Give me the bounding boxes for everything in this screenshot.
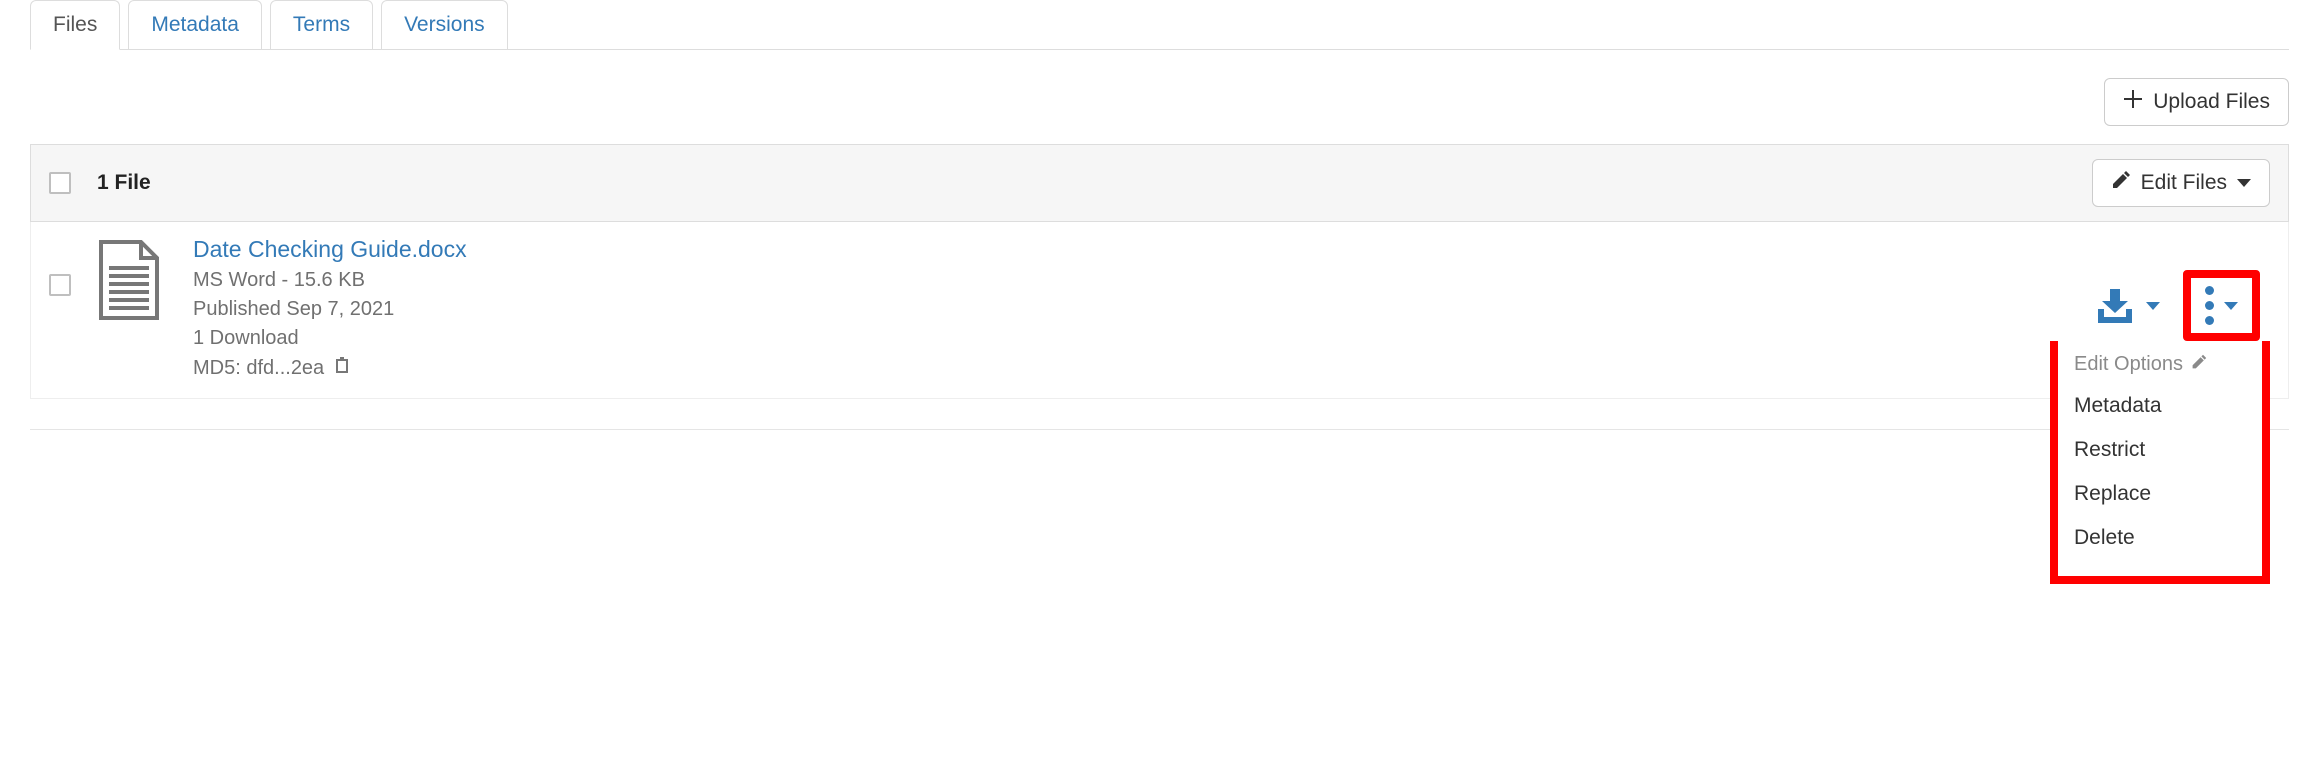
file-md5-row: MD5: dfd...2ea (193, 356, 467, 380)
divider (30, 429, 2289, 430)
file-published: Published Sep 7, 2021 (193, 298, 467, 321)
file-name-link[interactable]: Date Checking Guide.docx (193, 236, 467, 262)
pencil-icon (2191, 353, 2207, 376)
file-actions: Edit Options Metadata Restrict Replace D… (2077, 236, 2270, 341)
edit-files-label: Edit Files (2141, 171, 2227, 195)
tabs-bar: Files Metadata Terms Versions (30, 0, 2289, 50)
file-md5: MD5: dfd...2ea (193, 357, 324, 380)
file-edit-dropdown: Edit Options Metadata Restrict Replace D… (2050, 341, 2270, 584)
file-row: Date Checking Guide.docx MS Word - 15.6 … (30, 222, 2289, 399)
dropdown-item-delete[interactable]: Delete (2074, 516, 2246, 560)
tab-label: Metadata (151, 13, 239, 36)
file-kebab-button[interactable] (2183, 270, 2260, 341)
file-info: Date Checking Guide.docx MS Word - 15.6 … (193, 236, 467, 380)
download-button[interactable] (2077, 276, 2177, 336)
edit-files-button[interactable]: Edit Files (2092, 159, 2270, 207)
tab-terms[interactable]: Terms (270, 0, 373, 50)
upload-files-label: Upload Files (2153, 90, 2270, 114)
file-type-size: MS Word - 15.6 KB (193, 269, 467, 292)
files-count-label: 1 File (97, 171, 151, 195)
dropdown-item-metadata[interactable]: Metadata (2074, 384, 2246, 428)
page: Files Metadata Terms Versions Upload Fil… (0, 0, 2319, 470)
upload-files-button[interactable]: Upload Files (2104, 78, 2289, 126)
tab-metadata[interactable]: Metadata (128, 0, 262, 50)
download-icon (2094, 287, 2136, 325)
file-checkbox-cell (49, 236, 71, 296)
file-select-checkbox[interactable] (49, 274, 71, 296)
caret-down-icon (2146, 302, 2160, 310)
select-all-checkbox[interactable] (49, 172, 71, 194)
dropdown-item-replace[interactable]: Replace (2074, 472, 2246, 516)
plus-icon (2123, 89, 2143, 115)
kebab-icon (2205, 286, 2214, 325)
pencil-icon (2111, 170, 2131, 196)
upload-row: Upload Files (30, 50, 2289, 144)
tab-versions[interactable]: Versions (381, 0, 508, 50)
clipboard-icon[interactable] (334, 356, 352, 380)
tab-label: Files (53, 13, 97, 36)
files-header-left: 1 File (49, 171, 151, 195)
dropdown-header: Edit Options (2074, 353, 2246, 384)
files-header: 1 File Edit Files (30, 144, 2289, 222)
tab-label: Terms (293, 13, 350, 36)
tab-files[interactable]: Files (30, 0, 120, 50)
caret-down-icon (2224, 302, 2238, 310)
file-name: Date Checking Guide.docx (193, 236, 467, 263)
file-row-left: Date Checking Guide.docx MS Word - 15.6 … (49, 236, 467, 380)
caret-down-icon (2237, 179, 2251, 187)
file-downloads: 1 Download (193, 327, 467, 350)
dropdown-header-label: Edit Options (2074, 353, 2183, 376)
document-icon (97, 236, 167, 326)
tab-label: Versions (404, 13, 485, 36)
dropdown-item-restrict[interactable]: Restrict (2074, 428, 2246, 472)
